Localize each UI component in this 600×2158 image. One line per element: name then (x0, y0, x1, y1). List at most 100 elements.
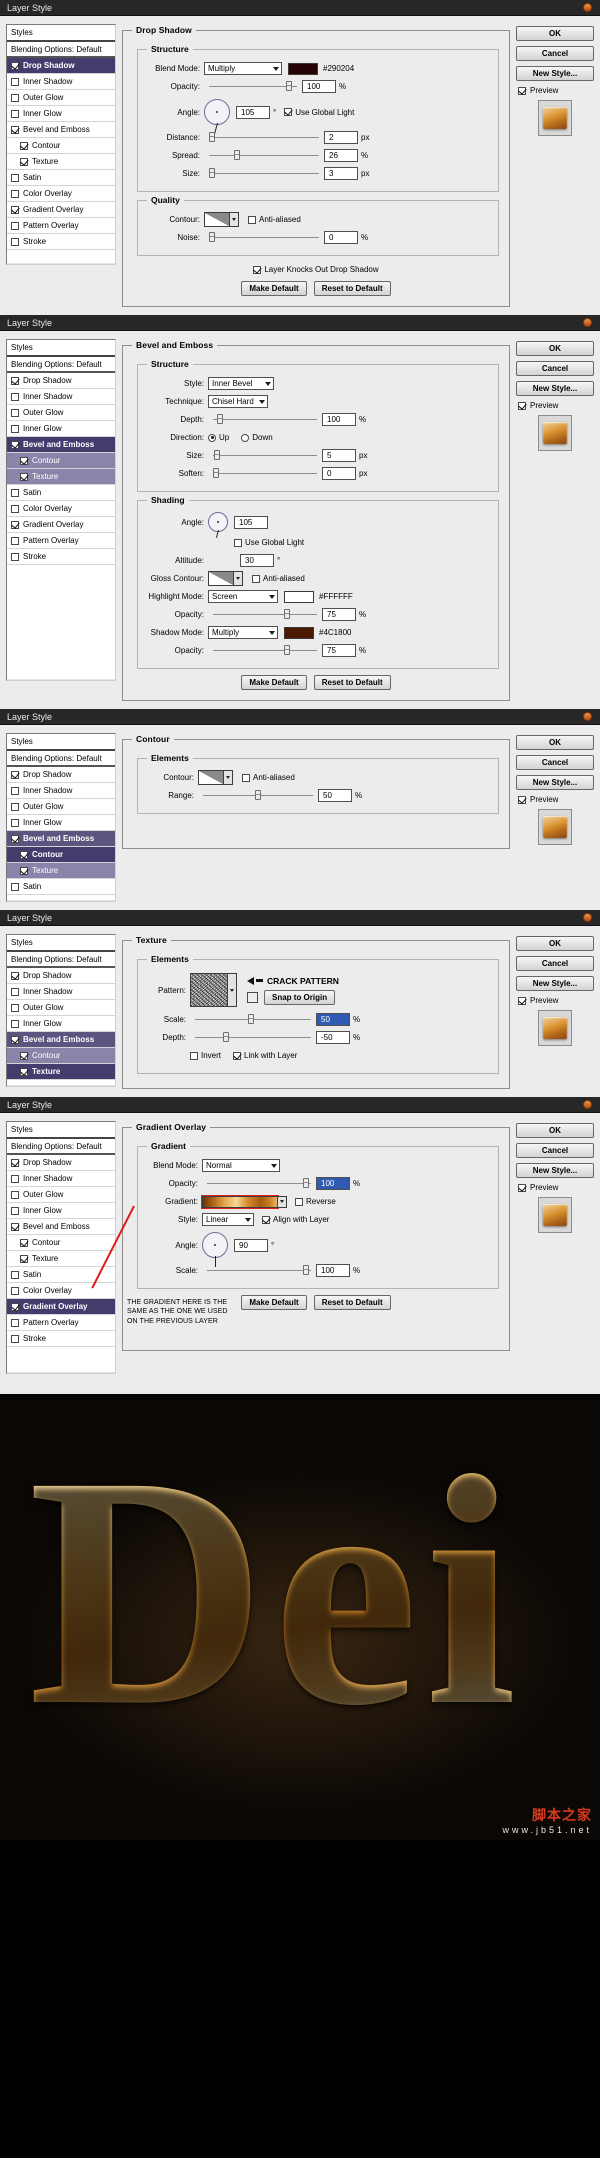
checkbox-icon[interactable] (11, 173, 19, 182)
sidebar-item-texture[interactable]: Texture (7, 154, 115, 170)
use-global-light-checkbox[interactable]: Use Global Light (284, 108, 354, 117)
checkbox-icon[interactable] (20, 472, 28, 481)
checkbox-icon[interactable] (20, 1238, 28, 1247)
checkbox-icon[interactable] (20, 141, 28, 150)
direction-up-radio[interactable]: Up (208, 433, 229, 442)
pattern-picker[interactable] (190, 973, 237, 1007)
sidebar-item-bevel-and-emboss[interactable]: Bevel and Emboss (7, 831, 115, 847)
checkbox-icon[interactable] (11, 1302, 19, 1311)
sidebar-item-gradient-overlay[interactable]: Gradient Overlay (7, 517, 115, 533)
highlight-color-swatch[interactable] (284, 590, 314, 603)
sidebar-item-satin[interactable]: Satin (7, 879, 115, 895)
make-default-button[interactable]: Make Default (241, 1295, 307, 1310)
checkbox-icon[interactable] (11, 786, 19, 795)
snap-to-origin-button[interactable]: Snap to Origin (264, 989, 336, 1005)
blend-mode-select[interactable]: Multiply (204, 62, 282, 75)
sidebar-item-blending-options[interactable]: Blending Options: Default (7, 751, 115, 767)
sidebar-item-contour[interactable]: Contour (7, 847, 115, 863)
preview-checkbox[interactable]: Preview (518, 996, 594, 1005)
checkbox-icon[interactable] (11, 1035, 19, 1044)
distance-slider[interactable] (209, 131, 319, 144)
make-default-button[interactable]: Make Default (241, 675, 307, 690)
checkbox-icon[interactable] (11, 1318, 19, 1327)
opacity-input[interactable]: 100 (316, 1177, 350, 1190)
scale-slider[interactable] (207, 1264, 311, 1277)
styles-list[interactable]: Styles Blending Options: Default Drop Sh… (6, 934, 116, 1087)
new-style-button[interactable]: New Style... (516, 775, 594, 790)
new-style-button[interactable]: New Style... (516, 976, 594, 991)
reset-to-default-button[interactable]: Reset to Default (313, 1295, 391, 1310)
reset-to-default-button[interactable]: Reset to Default (313, 675, 391, 690)
layer-knocks-out-checkbox[interactable]: Layer Knocks Out Drop Shadow (253, 265, 379, 274)
sidebar-item-drop-shadow[interactable]: Drop Shadow (7, 58, 115, 74)
reset-to-default-button[interactable]: Reset to Default (313, 281, 391, 296)
ok-button[interactable]: OK (516, 26, 594, 41)
use-global-light-checkbox[interactable]: Use Global Light (234, 538, 304, 547)
shadow-color-swatch[interactable] (288, 62, 318, 75)
styles-list[interactable]: Styles Blending Options: Default Drop Sh… (6, 1121, 116, 1374)
opacity-slider[interactable] (207, 1177, 311, 1190)
ok-button[interactable]: OK (516, 341, 594, 356)
sidebar-item-gradient-overlay[interactable]: Gradient Overlay (7, 1299, 115, 1315)
contour-picker[interactable] (198, 770, 233, 785)
soften-slider[interactable] (213, 467, 317, 480)
sidebar-item-satin[interactable]: Satin (7, 170, 115, 186)
sidebar-item-stroke[interactable]: Stroke (7, 549, 115, 565)
chevron-down-icon[interactable] (224, 770, 233, 785)
sidebar-item-blending-options[interactable]: Blending Options: Default (7, 1139, 115, 1155)
window-close-icon[interactable] (583, 712, 592, 721)
checkbox-icon[interactable] (11, 536, 19, 545)
new-style-button[interactable]: New Style... (516, 1163, 594, 1178)
depth-slider[interactable] (195, 1031, 311, 1044)
sidebar-item-pattern-overlay[interactable]: Pattern Overlay (7, 1315, 115, 1331)
blend-mode-select[interactable]: Normal (202, 1159, 280, 1172)
sidebar-item-blending-options[interactable]: Blending Options: Default (7, 357, 115, 373)
distance-input[interactable]: 2 (324, 131, 358, 144)
ok-button[interactable]: OK (516, 936, 594, 951)
checkbox-icon[interactable] (11, 125, 19, 134)
sidebar-item-texture[interactable]: Texture (7, 469, 115, 485)
checkbox-icon[interactable] (20, 456, 28, 465)
sidebar-item-inner-shadow[interactable]: Inner Shadow (7, 74, 115, 90)
sidebar-item-inner-shadow[interactable]: Inner Shadow (7, 984, 115, 1000)
chevron-down-icon[interactable] (230, 212, 239, 227)
sidebar-item-contour[interactable]: Contour (7, 138, 115, 154)
sidebar-item-bevel-and-emboss[interactable]: Bevel and Emboss (7, 122, 115, 138)
sidebar-item-outer-glow[interactable]: Outer Glow (7, 1187, 115, 1203)
sidebar-item-inner-glow[interactable]: Inner Glow (7, 421, 115, 437)
sidebar-item-drop-shadow[interactable]: Drop Shadow (7, 968, 115, 984)
checkbox-icon[interactable] (11, 77, 19, 86)
sidebar-item-drop-shadow[interactable]: Drop Shadow (7, 373, 115, 389)
sidebar-item-outer-glow[interactable]: Outer Glow (7, 799, 115, 815)
anti-aliased-checkbox[interactable]: Anti-aliased (242, 773, 295, 782)
preview-checkbox[interactable]: Preview (518, 1183, 594, 1192)
chevron-down-icon[interactable] (278, 1195, 287, 1208)
checkbox-icon[interactable] (11, 1334, 19, 1343)
size-slider[interactable] (209, 167, 319, 180)
styles-list[interactable]: Styles Blending Options: Default Drop Sh… (6, 733, 116, 902)
checkbox-icon[interactable] (11, 552, 19, 561)
angle-input[interactable]: 105 (234, 515, 268, 529)
chevron-down-icon[interactable] (228, 973, 237, 1007)
checkbox-icon[interactable] (11, 440, 19, 449)
cancel-button[interactable]: Cancel (516, 755, 594, 770)
window-close-icon[interactable] (583, 913, 592, 922)
new-style-button[interactable]: New Style... (516, 66, 594, 81)
cancel-button[interactable]: Cancel (516, 46, 594, 61)
sidebar-item-inner-glow[interactable]: Inner Glow (7, 106, 115, 122)
technique-select[interactable]: Chisel Hard (208, 395, 268, 408)
sidebar-item-inner-glow[interactable]: Inner Glow (7, 1016, 115, 1032)
gradient-preview[interactable] (201, 1194, 279, 1209)
preview-checkbox[interactable]: Preview (518, 86, 594, 95)
sidebar-item-inner-shadow[interactable]: Inner Shadow (7, 783, 115, 799)
checkbox-icon[interactable] (20, 157, 28, 166)
window-close-icon[interactable] (583, 318, 592, 327)
checkbox-icon[interactable] (20, 850, 28, 859)
checkbox-icon[interactable] (20, 1051, 28, 1060)
sidebar-item-color-overlay[interactable]: Color Overlay (7, 501, 115, 517)
sidebar-item-texture[interactable]: Texture (7, 863, 115, 879)
depth-input[interactable]: -50 (316, 1031, 350, 1044)
spread-input[interactable]: 26 (324, 149, 358, 162)
checkbox-icon[interactable] (11, 802, 19, 811)
checkbox-icon[interactable] (11, 408, 19, 417)
